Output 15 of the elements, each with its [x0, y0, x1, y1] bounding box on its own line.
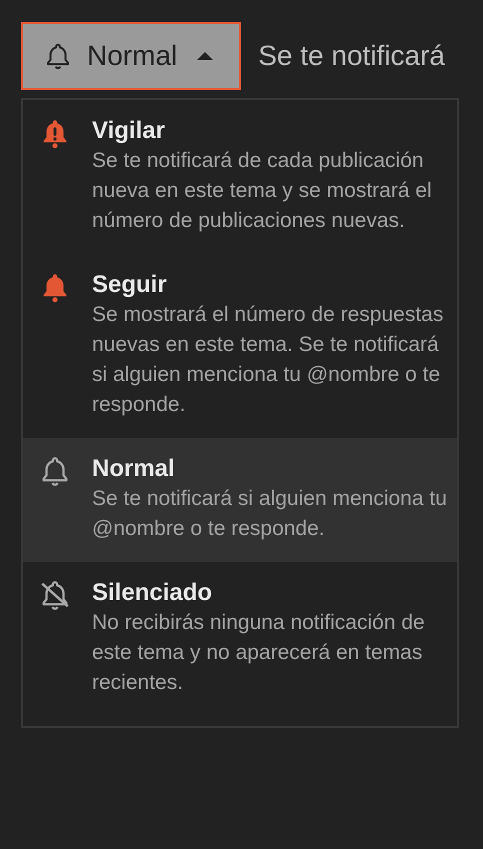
menu-option[interactable]: Silenciado No recibirás ninguna notificación de este tema y no aparecerá en temas recientes.: [23, 562, 457, 716]
menu-option[interactable]: Normal Se te notificará si alguien menciona tu @nombre o te responde.: [23, 438, 457, 562]
option-description: Se mostrará el número de respuestas nuevas en este tema. Se te notificará si alguien menciona tu @nombre o te responde.: [92, 302, 444, 418]
menu-option[interactable]: Seguir Se mostrará el número de respuestas nuevas en este tema. Se te notificará si alguien menciona tu @nombre o te responde.: [23, 254, 457, 438]
option-title: Vigilar: [92, 116, 166, 146]
option-title: Normal: [92, 454, 176, 484]
option-description: Se te notificará si alguien menciona tu @nombre o te responde.: [92, 486, 447, 542]
caret-icon: [197, 52, 214, 60]
option-description: No recibirás ninguna notificación de este tema y no aparecerá en temas recientes.: [92, 610, 426, 696]
menu-option[interactable]: Vigilar Se te notificará de cada publicación nueva en este tema y se mostrará el número de publicaciones nuevas.: [23, 100, 457, 254]
option-description: Se te notificará de cada publicación nueva en este tema y se mostrará el número de publicaciones nuevas.: [92, 148, 433, 234]
option-title: Seguir: [92, 270, 168, 300]
notification-dropdown[interactable]: Normal: [21, 22, 242, 90]
notification-description: Se te notificará: [258, 40, 446, 72]
option-title: Silenciado: [92, 578, 214, 608]
